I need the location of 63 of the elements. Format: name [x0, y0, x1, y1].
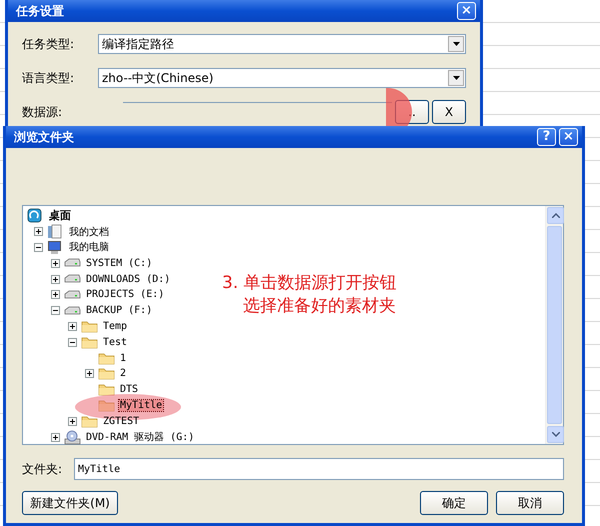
- dropdown-arrow-icon: [452, 76, 460, 80]
- tree-item[interactable]: DOWNLOADS (D:): [85, 274, 172, 285]
- desktop-icon: [27, 208, 42, 224]
- computer-icon: [47, 240, 62, 255]
- folder-icon: [98, 352, 115, 365]
- folder-icon: [81, 414, 98, 428]
- scrollbar[interactable]: [545, 206, 563, 444]
- ok-button[interactable]: 确定: [420, 491, 488, 515]
- dropdown[interactable]: zho--中文(Chinese): [98, 68, 466, 88]
- tree-item[interactable]: 2: [119, 368, 128, 380]
- expand-toggle[interactable]: [51, 290, 60, 300]
- dropdown[interactable]: 编译指定路径: [98, 34, 466, 54]
- documents-icon: [47, 224, 62, 240]
- tree-item[interactable]: BACKUP (F:): [85, 305, 154, 316]
- collapse-toggle[interactable]: [51, 306, 60, 316]
- annotation-text: 3. 单击数据源打开按钮: [222, 272, 397, 295]
- folder-icon: [81, 320, 98, 333]
- close-button[interactable]: ×: [559, 128, 578, 146]
- new-folder-button[interactable]: 新建文件夹(M): [22, 491, 118, 515]
- field-label: 数据源:: [22, 104, 64, 120]
- dropdown-arrow-icon: [452, 42, 460, 46]
- window-title: 浏览文件夹: [14, 128, 75, 146]
- window-title: 任务设置: [16, 2, 65, 20]
- expand-toggle[interactable]: [68, 322, 77, 331]
- field-label: 语言类型:: [22, 70, 76, 86]
- scroll-up-icon[interactable]: [552, 213, 560, 218]
- expand-toggle[interactable]: [68, 416, 77, 426]
- collapse-toggle[interactable]: [34, 242, 43, 252]
- tree-item[interactable]: SYSTEM (C:): [85, 258, 154, 269]
- folder-icon: [98, 398, 115, 412]
- tree-item[interactable]: 我的电脑: [68, 242, 110, 254]
- scroll-down-icon[interactable]: [552, 432, 560, 437]
- close-button[interactable]: ×: [457, 2, 476, 20]
- tree-item[interactable]: Temp: [102, 320, 128, 332]
- expand-toggle[interactable]: [51, 432, 60, 442]
- cancel-button[interactable]: 取消: [496, 491, 564, 515]
- tree-item[interactable]: Test: [102, 336, 128, 348]
- expand-toggle[interactable]: [51, 258, 60, 268]
- expand-toggle[interactable]: [51, 274, 60, 284]
- drive-icon: [64, 274, 81, 284]
- drive-icon: [64, 306, 81, 316]
- tree-item[interactable]: 我的文档: [68, 226, 110, 238]
- field-label: 任务类型:: [22, 36, 76, 52]
- tree-item[interactable]: DTS: [119, 384, 140, 396]
- expand-toggle[interactable]: [34, 227, 43, 236]
- folder-icon: [98, 367, 115, 380]
- tree-item[interactable]: ZGTEST: [102, 416, 140, 427]
- tree-item[interactable]: 桌面: [48, 209, 72, 222]
- clear-button[interactable]: X: [432, 100, 466, 124]
- folder-name-field[interactable]: MyTitle: [74, 458, 564, 480]
- drive-icon: [64, 290, 81, 300]
- tree-item[interactable]: PROJECTS (E:): [85, 289, 166, 300]
- drive-icon: [64, 258, 81, 268]
- tree-item[interactable]: MyTitle: [119, 400, 164, 411]
- folder-icon: [81, 336, 98, 349]
- help-button[interactable]: ?: [537, 128, 556, 146]
- tree-item[interactable]: DVD-RAM 驱动器 (G:): [85, 432, 196, 444]
- tree-item[interactable]: 1: [119, 352, 128, 364]
- annotation-text: 选择准备好的素材夹: [242, 295, 397, 318]
- collapse-toggle[interactable]: [68, 338, 77, 347]
- folder-icon: [98, 383, 115, 396]
- field-label: 文件夹:: [22, 460, 64, 478]
- expand-toggle[interactable]: [85, 369, 94, 378]
